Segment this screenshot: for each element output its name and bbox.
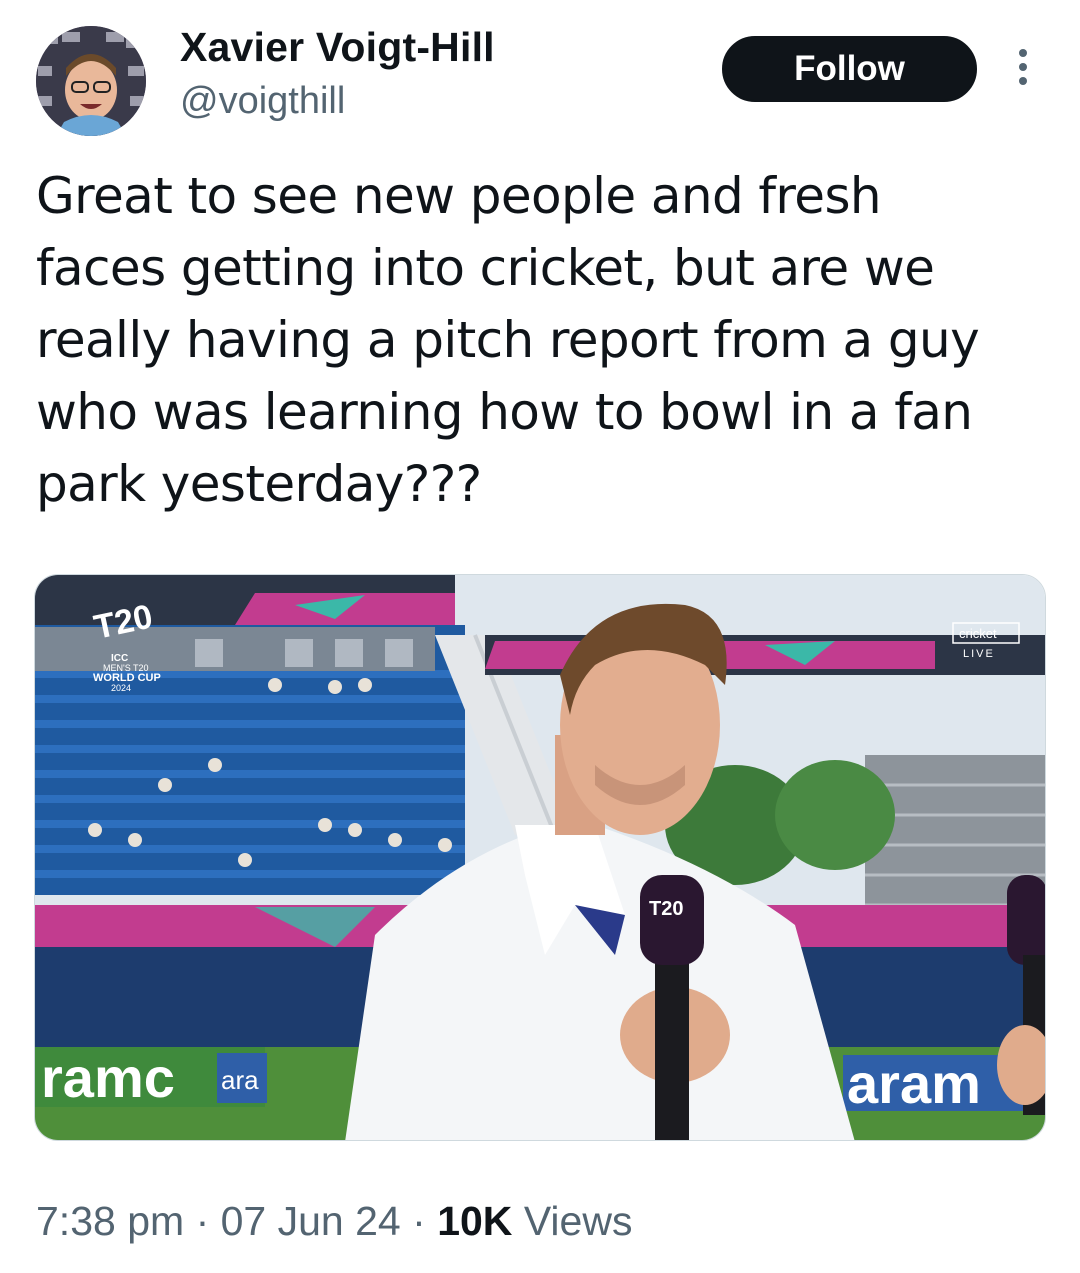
more-dot [1019,77,1027,85]
mic-logo-text: T20 [649,898,683,920]
sponsor-right-text: aram [847,1052,981,1115]
tweet-card: Xavier Voigt-Hill @voigthill Follow Grea… [0,0,1080,1273]
sponsor-left-small-text: ara [221,1065,259,1095]
author-handle[interactable]: @voigthill [180,80,345,123]
logo-year: 2024 [111,683,131,693]
avatar-image [36,26,146,136]
tweet-text: Great to see new people and fresh faces … [36,167,980,513]
tweet-date[interactable]: 07 Jun 24 [221,1198,401,1244]
more-vertical-icon[interactable] [1008,42,1038,92]
views-label: Views [523,1198,633,1244]
follow-button[interactable]: Follow [722,36,977,102]
tweet-media-image[interactable]: ramc ara aram T20 T20 ICC MEN'S T20 WORL… [34,574,1046,1141]
broadcaster-text: cricket [959,626,997,641]
tweet-meta: 7:38 pm · 07 Jun 24 · 10K Views [36,1198,632,1245]
sponsor-left-text: ramc [41,1046,175,1109]
meta-separator: · [412,1198,426,1244]
tweet-time[interactable]: 7:38 pm [36,1198,184,1244]
live-label: LIVE [963,648,995,660]
author-name[interactable]: Xavier Voigt-Hill [180,24,495,71]
more-dot [1019,49,1027,57]
broadcast-frame: ramc ara aram T20 T20 ICC MEN'S T20 WORL… [35,575,1045,1140]
meta-separator: · [195,1198,210,1244]
views-count: 10K [437,1198,513,1244]
more-dot [1019,63,1027,71]
author-avatar[interactable] [36,26,146,136]
